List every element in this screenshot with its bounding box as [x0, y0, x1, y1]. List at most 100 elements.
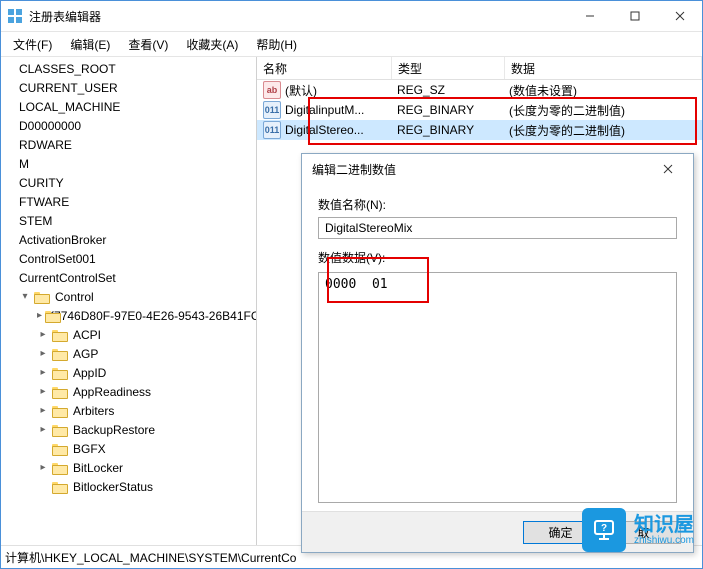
menu-edit[interactable]: 编辑(E) [62, 34, 118, 55]
expander-icon[interactable] [5, 196, 17, 208]
value-type: REG_BINARY [391, 103, 503, 117]
folder-icon [52, 347, 68, 361]
list-row[interactable]: 011DigitalinputM...REG_BINARY(长度为零的二进制值) [257, 100, 702, 120]
main-window: 注册表编辑器 文件(F) 编辑(E) 查看(V) 收藏夹(A) 帮助(H) CL… [0, 0, 703, 569]
value-data-input[interactable]: 0000 01 [318, 272, 677, 503]
string-value-icon: ab [263, 81, 281, 99]
expander-icon[interactable]: ▸ [37, 462, 49, 474]
tree-label: Control [53, 290, 96, 304]
tree-item[interactable]: FTWARE [1, 192, 256, 211]
expander-icon[interactable] [5, 101, 17, 113]
tree-label: ActivationBroker [17, 233, 108, 247]
tree-item[interactable]: BGFX [1, 439, 256, 458]
list-row[interactable]: ab(默认)REG_SZ(数值未设置) [257, 80, 702, 100]
tree-label: {7746D80F-97E0-4E26-9543-26B41FC2 [48, 309, 257, 323]
dialog-close-button[interactable] [653, 154, 683, 184]
menu-help[interactable]: 帮助(H) [248, 34, 305, 55]
tree-item[interactable]: CLASSES_ROOT [1, 59, 256, 78]
tree-item[interactable]: ControlSet001 [1, 249, 256, 268]
tree-item[interactable]: CURITY [1, 173, 256, 192]
expander-icon[interactable] [5, 82, 17, 94]
tree-item[interactable]: ▸ Arbiters [1, 401, 256, 420]
expander-icon[interactable] [5, 253, 17, 265]
tree-item[interactable]: ▸ {7746D80F-97E0-4E26-9543-26B41FC2 [1, 306, 256, 325]
tree-item[interactable]: ▸AppReadiness [1, 382, 256, 401]
col-type[interactable]: 类型 [392, 57, 505, 79]
cancel-button[interactable]: 取 [606, 521, 681, 544]
folder-icon [52, 480, 68, 494]
expander-icon[interactable]: ▸ [37, 386, 49, 398]
tree-item[interactable]: RDWARE [1, 135, 256, 154]
list-row[interactable]: 011DigitalStereo...REG_BINARY(长度为零的二进制值) [257, 120, 702, 140]
expander-icon[interactable] [5, 215, 17, 227]
expander-icon[interactable]: ▸ [37, 329, 49, 341]
tree-item[interactable]: ActivationBroker [1, 230, 256, 249]
tree-label: FTWARE [17, 195, 71, 209]
minimize-button[interactable] [567, 1, 612, 31]
expander-icon[interactable] [37, 443, 49, 455]
tree-item[interactable]: CURRENT_USER [1, 78, 256, 97]
expander-icon[interactable]: ▸ [37, 424, 49, 436]
tree-label: D00000000 [17, 119, 83, 133]
ok-button[interactable]: 确定 [523, 521, 598, 544]
tree-item[interactable]: ▸ ACPI [1, 325, 256, 344]
col-name[interactable]: 名称 [257, 57, 392, 79]
col-data[interactable]: 数据 [505, 57, 702, 79]
tree-label: Arbiters [71, 404, 116, 418]
tree-label: CurrentControlSet [17, 271, 118, 285]
tree-label: ACPI [71, 328, 103, 342]
maximize-button[interactable] [612, 1, 657, 31]
expander-icon[interactable]: ▸ [37, 405, 49, 417]
folder-icon [52, 461, 68, 475]
menubar: 文件(F) 编辑(E) 查看(V) 收藏夹(A) 帮助(H) [1, 32, 702, 57]
tree-label: M [17, 157, 31, 171]
tree-label: AppID [71, 366, 108, 380]
tree-item[interactable]: LOCAL_MACHINE [1, 97, 256, 116]
tree-label: CURITY [17, 176, 66, 190]
expander-icon[interactable] [5, 139, 17, 151]
tree-item[interactable]: ▸ BackupRestore [1, 420, 256, 439]
expander-icon[interactable]: ▸ [37, 348, 49, 360]
binary-value-icon: 011 [263, 101, 281, 119]
tree-item[interactable]: ▾ Control [1, 287, 256, 306]
window-title: 注册表编辑器 [29, 8, 567, 25]
expander-icon[interactable]: ▸ [37, 367, 49, 379]
folder-icon [52, 423, 68, 437]
tree-label: BitLocker [71, 461, 125, 475]
expander-icon[interactable] [37, 481, 49, 493]
tree-item[interactable]: M [1, 154, 256, 173]
tree-item[interactable]: STEM [1, 211, 256, 230]
binary-value-icon: 011 [263, 121, 281, 139]
close-button[interactable] [657, 1, 702, 31]
expander-icon[interactable] [5, 120, 17, 132]
expander-icon[interactable] [5, 272, 17, 284]
tree-label: STEM [17, 214, 54, 228]
tree-label: BackupRestore [71, 423, 157, 437]
expander-icon[interactable] [5, 234, 17, 246]
menu-view[interactable]: 查看(V) [120, 34, 176, 55]
value-name-label: 数值名称(N): [318, 196, 677, 213]
menu-file[interactable]: 文件(F) [5, 34, 60, 55]
tree-item[interactable]: ▸AGP [1, 344, 256, 363]
tree-item[interactable]: D00000000 [1, 116, 256, 135]
tree-label: RDWARE [17, 138, 74, 152]
expander-icon[interactable] [5, 63, 17, 75]
titlebar: 注册表编辑器 [1, 1, 702, 32]
tree-label: ControlSet001 [17, 252, 98, 266]
tree-item[interactable]: CurrentControlSet [1, 268, 256, 287]
expander-icon[interactable]: ▾ [19, 291, 31, 303]
app-icon [7, 8, 23, 24]
tree-item[interactable]: ▸ AppID [1, 363, 256, 382]
tree-item[interactable]: BitlockerStatus [1, 477, 256, 496]
value-type: REG_SZ [391, 83, 503, 97]
value-data-label: 数值数据(V): [318, 249, 677, 266]
edit-binary-dialog: 编辑二进制数值 数值名称(N): 数值数据(V): 0000 01 确定 取 [301, 153, 694, 553]
menu-favorites[interactable]: 收藏夹(A) [178, 34, 246, 55]
value-name-input[interactable] [318, 217, 677, 239]
expander-icon[interactable] [5, 177, 17, 189]
tree-pane[interactable]: CLASSES_ROOTCURRENT_USER LOCAL_MACHINE D00… [1, 57, 257, 545]
tree-label: LOCAL_MACHINE [17, 100, 122, 114]
tree-item[interactable]: ▸ BitLocker [1, 458, 256, 477]
expander-icon[interactable] [5, 158, 17, 170]
expander-icon[interactable]: ▸ [37, 310, 42, 322]
